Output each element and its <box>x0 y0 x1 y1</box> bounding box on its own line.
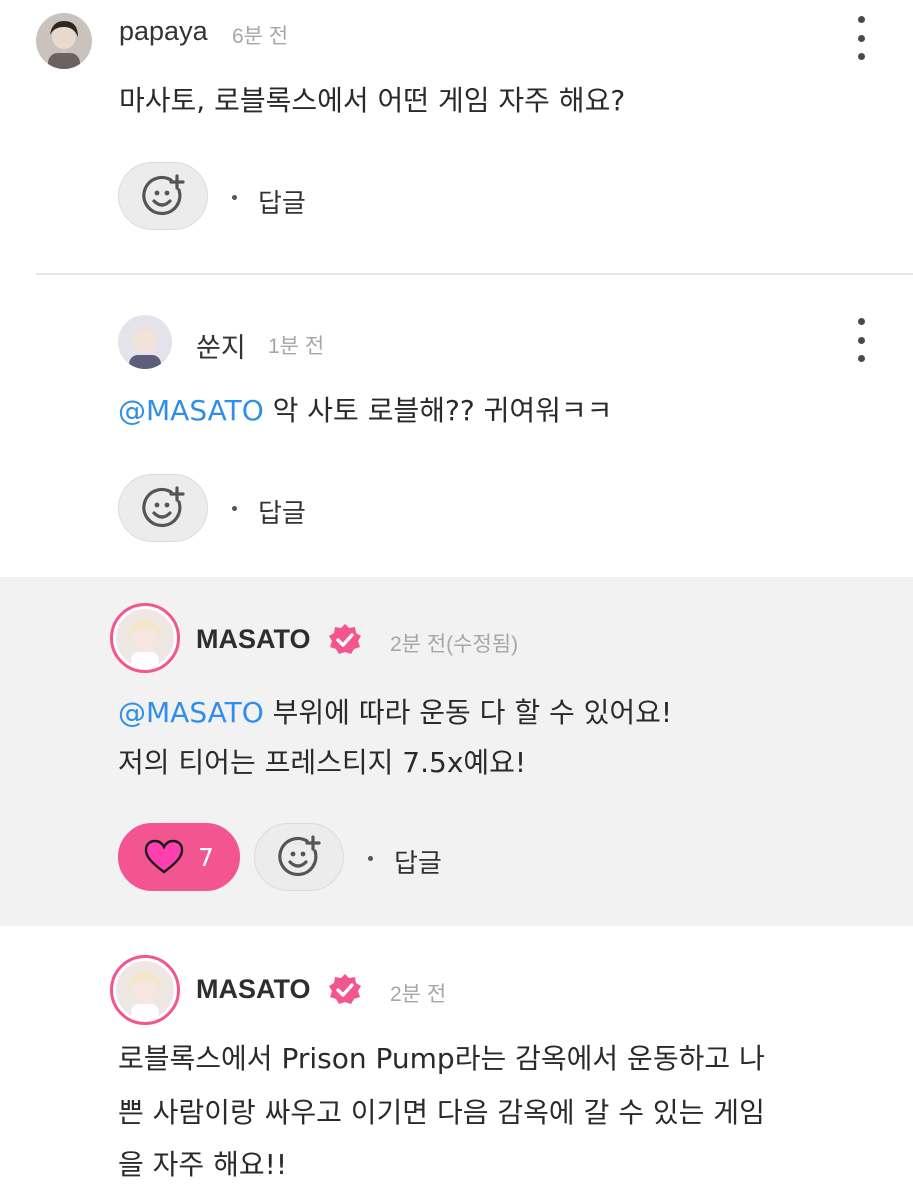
comment-time: 2분 전(수정됨) <box>390 633 519 656</box>
add-reaction-icon <box>142 486 185 528</box>
comment-text-line2: 쁜 사람이랑 싸우고 이기면 다음 감옥에 갈 수 있는 게임 <box>118 1096 765 1129</box>
separator-dot <box>368 856 373 861</box>
avatar[interactable] <box>118 315 172 369</box>
add-reaction-button[interactable] <box>254 823 344 891</box>
mention-link[interactable]: @MASATO <box>118 394 264 427</box>
mention-link[interactable]: @MASATO <box>118 696 264 729</box>
comment-time: 6분 전 <box>232 25 289 48</box>
comment-text: 마사토, 로블록스에서 어떤 게임 자주 해요? <box>119 84 626 117</box>
reply-button[interactable]: 답글 <box>258 493 306 530</box>
avatar[interactable] <box>110 955 180 1025</box>
separator-dot <box>232 506 237 511</box>
comment-text-line1: 로블록스에서 Prison Pump라는 감옥에서 운동하고 나 <box>118 1042 765 1075</box>
like-button[interactable]: 7 <box>118 823 240 891</box>
verified-badge-icon <box>329 624 361 654</box>
comment-text-body: 부위에 따라 운동 다 할 수 있어요! <box>263 696 673 729</box>
comment-time: 1분 전 <box>268 335 325 358</box>
avatar[interactable] <box>36 13 92 69</box>
heart-icon <box>144 839 184 874</box>
divider <box>36 273 913 275</box>
comment-text: @MASATO 악 사토 로블해?? 귀여워ㅋㅋ <box>118 384 612 438</box>
reply-button[interactable]: 답글 <box>394 843 442 880</box>
comment-text-line2: 저의 티어는 프레스티지 7.5x예요! <box>118 746 527 779</box>
comment-author[interactable]: papaya <box>119 16 208 47</box>
reply-button[interactable]: 답글 <box>258 183 306 220</box>
comment-author[interactable]: MASATO <box>196 624 311 655</box>
comment-text-body: 악 사토 로블해?? 귀여워ㅋㅋ <box>263 394 613 427</box>
comment-text-line1: @MASATO 부위에 따라 운동 다 할 수 있어요! <box>118 686 672 740</box>
more-vertical-icon[interactable] <box>851 16 871 60</box>
verified-badge-icon <box>329 974 361 1004</box>
add-reaction-icon <box>142 174 185 216</box>
comment-author[interactable]: 쑨지 <box>196 326 246 365</box>
comment-text-line3: 을 자주 해요!! <box>118 1148 288 1181</box>
like-count: 7 <box>198 842 214 872</box>
add-reaction-button[interactable] <box>118 474 208 542</box>
separator-dot <box>232 195 237 200</box>
add-reaction-icon <box>278 835 321 877</box>
comment-time: 2분 전 <box>390 983 447 1006</box>
avatar[interactable] <box>110 603 180 673</box>
add-reaction-button[interactable] <box>118 162 208 230</box>
comment-author[interactable]: MASATO <box>196 974 311 1005</box>
more-vertical-icon[interactable] <box>851 318 871 362</box>
